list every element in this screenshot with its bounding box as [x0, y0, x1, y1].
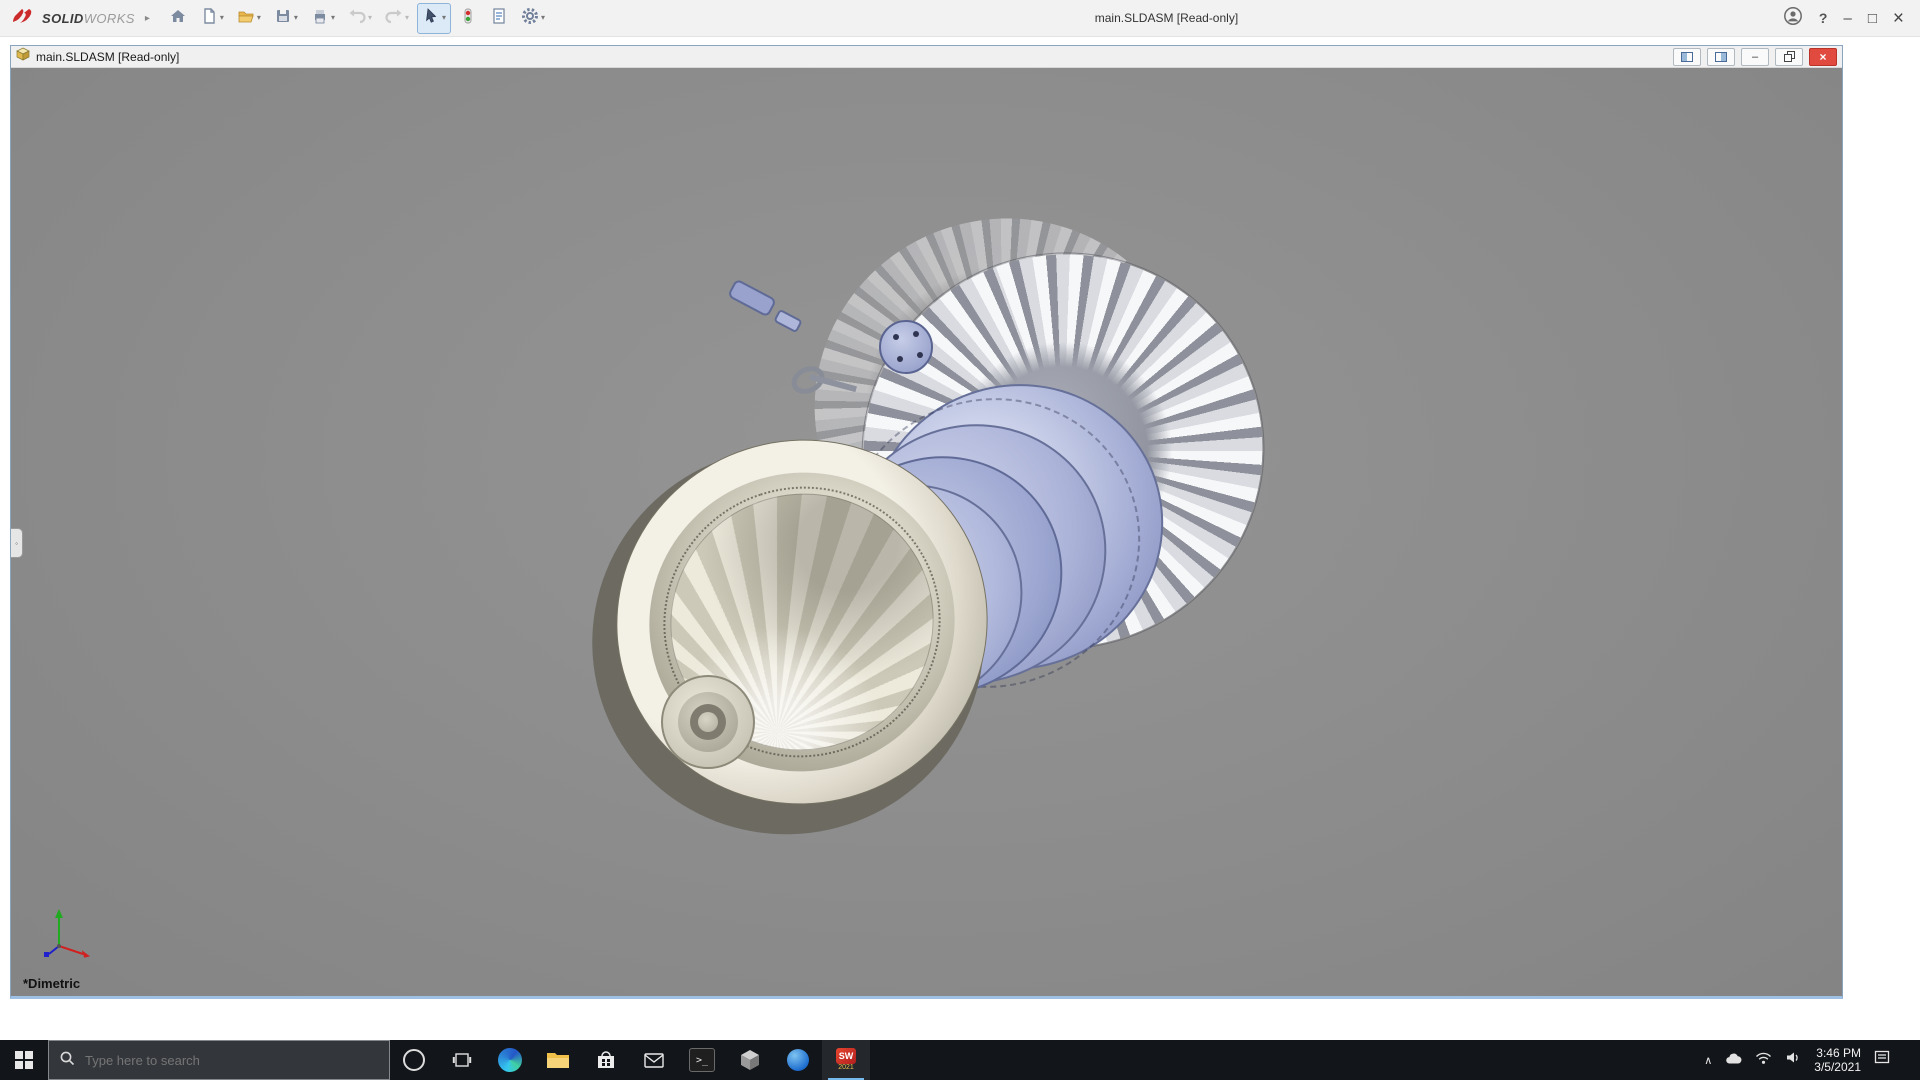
assembly-cube-icon: [16, 47, 30, 66]
select-cursor-icon: [422, 7, 440, 30]
close-button[interactable]: ×: [1893, 9, 1904, 28]
engine-mount-bracket: [726, 278, 778, 318]
document-title: main.SLDASM [Read-only]: [36, 49, 180, 64]
redo-icon: [385, 7, 403, 30]
search-input[interactable]: [83, 1051, 379, 1069]
solidworks-app-button[interactable]: SW 2021: [822, 1040, 870, 1080]
cube-app-icon: [741, 1050, 759, 1070]
new-document-icon: [200, 7, 218, 30]
start-button[interactable]: [0, 1040, 48, 1080]
toolbar-expand-chevron[interactable]: ▸: [145, 13, 150, 24]
app-titlebar: SOLIDWORKS ▸ ▾ ▾ ▾ ▾ ▾ ▾ ▾ ▾ main.SLDASM…: [0, 0, 1920, 37]
document-minimize-button[interactable]: –: [1741, 47, 1769, 66]
rebuild-traffic-light-icon: [459, 7, 477, 30]
edge-browser-button[interactable]: [486, 1040, 534, 1080]
mail-envelope-icon: [644, 1053, 664, 1068]
print-icon: [311, 7, 329, 30]
view-orientation-label: *Dimetric: [23, 976, 81, 991]
redo-button[interactable]: ▾: [380, 3, 414, 34]
home-icon: [169, 7, 187, 30]
panel-collapse-tab[interactable]: ◦: [11, 528, 23, 558]
document-close-button[interactable]: ×: [1809, 47, 1837, 66]
engine-bolt-flange: [879, 320, 933, 374]
microsoft-store-button[interactable]: [582, 1040, 630, 1080]
cortana-circle-icon: [403, 1049, 425, 1071]
terminal-icon: >_: [689, 1048, 715, 1072]
redo-dropdown[interactable]: ▾: [405, 14, 409, 22]
file-properties-icon: [490, 7, 508, 30]
account-icon[interactable]: [1783, 6, 1803, 31]
print-dropdown[interactable]: ▾: [331, 14, 335, 22]
search-icon: [59, 1050, 75, 1071]
store-bag-icon: [598, 1051, 614, 1068]
rebuild-button[interactable]: [454, 3, 482, 34]
solidworks-logo-icon: [10, 7, 36, 30]
options-dropdown[interactable]: ▾: [541, 14, 545, 22]
edge-icon: [498, 1048, 522, 1072]
mdi-workspace: main.SLDASM [Read-only] – × ◦ *Dimetric: [0, 37, 1920, 1040]
file-properties-button[interactable]: [485, 3, 513, 34]
terminal-button[interactable]: >_: [678, 1040, 726, 1080]
document-window: main.SLDASM [Read-only] – × ◦ *Dimetric: [10, 45, 1843, 999]
cube-app-button[interactable]: [726, 1040, 774, 1080]
titlebar-controls: ? – □ ×: [1783, 6, 1910, 31]
mail-button[interactable]: [630, 1040, 678, 1080]
cloud-icon[interactable]: [1725, 1051, 1742, 1070]
select-button[interactable]: ▾: [416, 2, 451, 34]
quick-access-toolbar: ▾ ▾ ▾ ▾ ▾ ▾ ▾ ▾: [164, 2, 550, 34]
undo-dropdown[interactable]: ▾: [368, 14, 372, 22]
save-dropdown[interactable]: ▾: [294, 14, 298, 22]
orientation-triad: [44, 909, 90, 958]
document-restore-button[interactable]: [1775, 47, 1803, 66]
sphere-app-button[interactable]: [774, 1040, 822, 1080]
document-titlebar[interactable]: main.SLDASM [Read-only] – ×: [11, 46, 1842, 68]
action-center-button[interactable]: [1874, 1049, 1891, 1071]
save-button[interactable]: ▾: [269, 3, 303, 34]
file-explorer-folder-icon: [547, 1053, 569, 1068]
blue-sphere-app-icon: [787, 1049, 809, 1071]
taskbar-apps: >_ SW 2021: [390, 1040, 870, 1080]
app-logo-text: SOLIDWORKS: [42, 10, 135, 26]
home-button[interactable]: [164, 3, 192, 34]
engine-cone-tip-core: [698, 712, 718, 732]
clock-time: 3:46 PM: [1816, 1046, 1861, 1060]
open-folder-icon: [237, 7, 255, 30]
wifi-icon[interactable]: [1755, 1051, 1772, 1070]
tray-expand-button[interactable]: ∧: [1704, 1054, 1712, 1067]
app-logo: SOLIDWORKS ▸: [10, 7, 154, 30]
engine-mount-bracket-small: [773, 308, 803, 334]
gear-icon: [521, 7, 539, 30]
open-button[interactable]: ▾: [232, 3, 266, 34]
display-pane-toggle-left[interactable]: [1673, 47, 1701, 66]
new-document-button[interactable]: ▾: [195, 3, 229, 34]
task-view-button[interactable]: [438, 1040, 486, 1080]
clock-date: 3/5/2021: [1814, 1060, 1861, 1074]
undo-icon: [348, 7, 366, 30]
undo-button[interactable]: ▾: [343, 3, 377, 34]
minimize-button[interactable]: –: [1843, 11, 1851, 26]
save-icon: [274, 7, 292, 30]
open-dropdown[interactable]: ▾: [257, 14, 261, 22]
windows-taskbar: >_ SW 2021 ∧ 3:46 PM 3/5/2021: [0, 1040, 1920, 1080]
cortana-button[interactable]: [390, 1040, 438, 1080]
windows-logo-icon: [15, 1051, 33, 1069]
maximize-button[interactable]: □: [1868, 11, 1877, 26]
select-dropdown[interactable]: ▾: [442, 14, 446, 22]
solidworks-app-icon: SW: [836, 1048, 856, 1064]
new-document-dropdown[interactable]: ▾: [220, 14, 224, 22]
taskbar-clock[interactable]: 3:46 PM 3/5/2021: [1814, 1046, 1861, 1074]
graphics-viewport[interactable]: ◦ *Dimetric: [11, 68, 1842, 996]
display-pane-toggle-right[interactable]: [1707, 47, 1735, 66]
system-tray: ∧ 3:46 PM 3/5/2021: [1704, 1040, 1920, 1080]
app-window-title: main.SLDASM [Read-only]: [1094, 11, 1239, 25]
taskbar-search[interactable]: [48, 1040, 390, 1080]
volume-icon[interactable]: [1785, 1050, 1801, 1070]
help-button[interactable]: ?: [1819, 10, 1828, 26]
print-button[interactable]: ▾: [306, 3, 340, 34]
solidworks-year-badge: 2021: [838, 1064, 854, 1071]
task-view-icon: [452, 1053, 472, 1067]
options-button[interactable]: ▾: [516, 3, 550, 34]
file-explorer-button[interactable]: [534, 1040, 582, 1080]
